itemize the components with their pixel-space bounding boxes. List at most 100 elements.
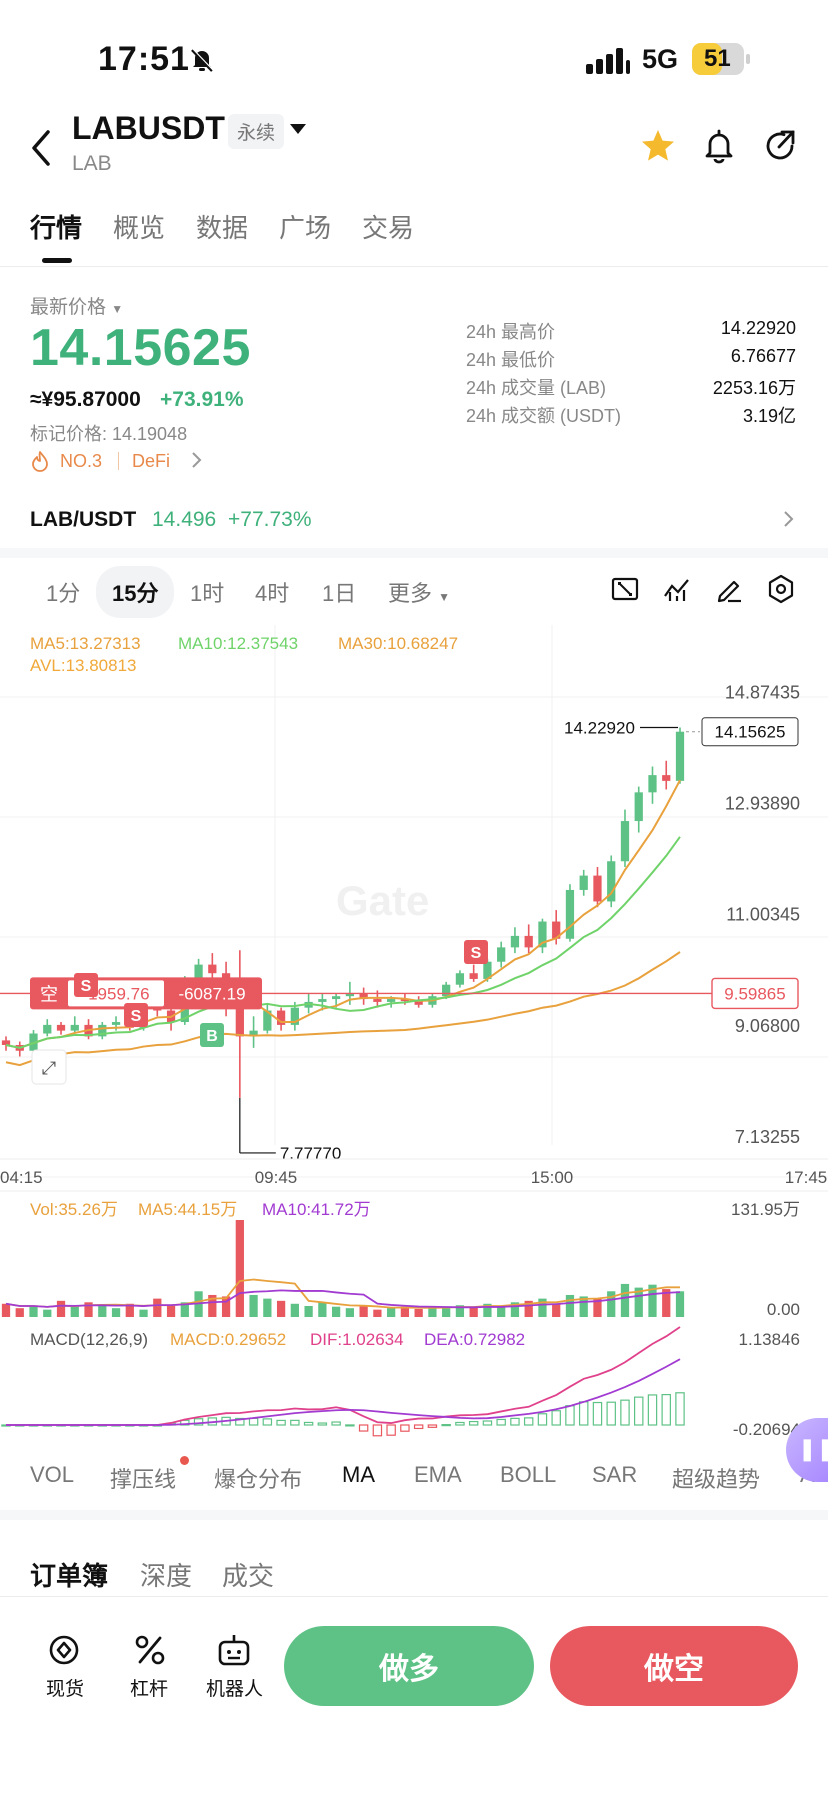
macd-histogram-bar [510, 1417, 520, 1426]
spot-pair-chevron-icon[interactable] [782, 510, 794, 528]
signal-icon [586, 48, 630, 74]
volume-bar [43, 1309, 52, 1317]
indicator-supertrend[interactable]: 超级趋势 [672, 1462, 760, 1494]
bottom-bar-divider [0, 1596, 828, 1597]
robot-icon[interactable] [216, 1632, 252, 1668]
leverage-icon[interactable] [132, 1632, 168, 1668]
price-chart[interactable]: Gate 14.87435 12.93890 11.00345 9.06800 7.132… [0, 625, 828, 1465]
indicator-liquidation[interactable]: 爆仓分布 [214, 1462, 302, 1494]
signal-s-label: S [131, 1008, 142, 1025]
indicator-support-resistance[interactable]: 撑压线 [110, 1462, 176, 1494]
legend-ma30: MA30:10.68247 [338, 634, 458, 653]
favorite-star-icon[interactable] [640, 128, 676, 164]
tab-depth[interactable]: 深度 [140, 1556, 192, 1593]
volume-bar [15, 1308, 24, 1317]
interval-1d[interactable]: 1日 [322, 576, 356, 608]
sector-tag[interactable]: DeFi [132, 451, 170, 472]
volume-bar [469, 1306, 478, 1317]
status-time: 17:51 [98, 40, 190, 78]
macd-histogram-bar [496, 1418, 506, 1426]
indicator-settings-icon[interactable] [662, 574, 692, 604]
symbol-title[interactable]: LABUSDT [72, 110, 225, 147]
candle-body [318, 999, 327, 1002]
interval-4h[interactable]: 4时 [255, 576, 289, 608]
robot-label[interactable]: 机器人 [206, 1674, 263, 1701]
last-price-label[interactable]: 最新价格 ▼ [30, 292, 123, 319]
volume-bar [607, 1291, 616, 1317]
legend-avl: AVL:13.80813 [30, 656, 137, 675]
position-price-label: 9.59865 [724, 984, 785, 1003]
interval-1m[interactable]: 1分 [46, 576, 80, 608]
chart-settings-gear-icon[interactable] [766, 574, 796, 604]
interval-more[interactable]: 更多 ▼ [388, 576, 450, 608]
volume-bar [387, 1308, 396, 1317]
tab-trade[interactable]: 交易 [362, 208, 414, 245]
alert-bell-icon[interactable] [701, 128, 737, 164]
stat-turnover-value: 3.19亿 [742, 406, 796, 426]
indicator-vol[interactable]: VOL [30, 1462, 74, 1488]
tab-market[interactable]: 行情 [30, 208, 82, 245]
indicator-boll[interactable]: BOLL [500, 1462, 556, 1488]
tab-square[interactable]: 广场 [279, 208, 331, 245]
current-price-label: 14.15625 [715, 723, 786, 742]
macd-histogram-bar [661, 1393, 671, 1426]
volume-label: Vol:35.26万 [30, 1200, 118, 1219]
stat-low-value: 6.76677 [730, 346, 796, 366]
spot-label[interactable]: 现货 [46, 1674, 84, 1701]
position-side: 空 [40, 984, 58, 1004]
signal-b-label: B [206, 1028, 218, 1045]
candle-body [469, 973, 478, 979]
leverage-label[interactable]: 杠杆 [130, 1674, 168, 1701]
candle-body [634, 792, 643, 822]
volume-bar [552, 1303, 561, 1317]
volume-bar [29, 1305, 38, 1317]
watermark-text: Gate [336, 877, 429, 924]
candle-body [497, 947, 506, 962]
macd-histogram-bar [317, 1422, 328, 1426]
spot-icon[interactable] [46, 1632, 82, 1668]
indicator-ma[interactable]: MA [342, 1462, 375, 1488]
indicator-sar[interactable]: SAR [592, 1462, 637, 1488]
interval-15m[interactable]: 15分 [96, 566, 175, 618]
candle-body [620, 821, 630, 862]
long-button[interactable]: 做多 [284, 1626, 534, 1706]
back-icon[interactable] [28, 128, 56, 168]
expand-icon: ⤢ [42, 1058, 57, 1079]
stat-turnover-label: 24h 成交额 (USDT) [466, 406, 622, 426]
share-icon[interactable] [762, 128, 798, 164]
volume-bar [565, 1294, 575, 1317]
macd-histogram-bar [248, 1417, 259, 1426]
volume-bar [538, 1298, 547, 1317]
tab-orderbook[interactable]: 订单簿 [30, 1556, 108, 1593]
fullscreen-icon[interactable] [610, 574, 640, 604]
macd-histogram-bar [345, 1424, 355, 1427]
macd-histogram-bar [675, 1392, 685, 1426]
signal-s-label: S [471, 945, 482, 962]
ma10-line [5, 836, 681, 1049]
spot-pair-name[interactable]: LAB/USDT [30, 508, 136, 532]
stat-vol-value: 2253.16万 [712, 378, 796, 398]
short-button[interactable]: 做空 [550, 1626, 798, 1706]
fire-icon [32, 451, 48, 472]
signal-s-label: S [81, 978, 92, 995]
macd-histogram-bar [400, 1424, 410, 1432]
macd-histogram-bar [647, 1394, 658, 1426]
candle-body [387, 999, 396, 1002]
candle-body [455, 973, 465, 985]
last-price-label-text: 最新价格 [30, 297, 107, 318]
interval-1h[interactable]: 1时 [190, 576, 224, 608]
legend-ma10: MA10:12.37543 [178, 634, 298, 653]
tab-trades[interactable]: 成交 [222, 1556, 274, 1593]
candle-body [111, 1022, 121, 1025]
stat-low-label: 24h 最低价 [466, 350, 556, 370]
tab-data[interactable]: 数据 [196, 208, 248, 245]
indicator-ema[interactable]: EMA [414, 1462, 462, 1488]
dropdown-caret-icon[interactable] [290, 124, 306, 134]
contract-type-badge: 永续 [228, 114, 285, 149]
position-pnl-2: -6087.19 [178, 984, 245, 1003]
cny-price: ≈¥95.87000 [30, 388, 141, 411]
rank-tag[interactable]: NO.3 [60, 451, 102, 472]
chevron-right-icon[interactable] [190, 451, 202, 469]
draw-pen-icon[interactable] [714, 574, 744, 604]
tab-overview[interactable]: 概览 [113, 208, 165, 245]
